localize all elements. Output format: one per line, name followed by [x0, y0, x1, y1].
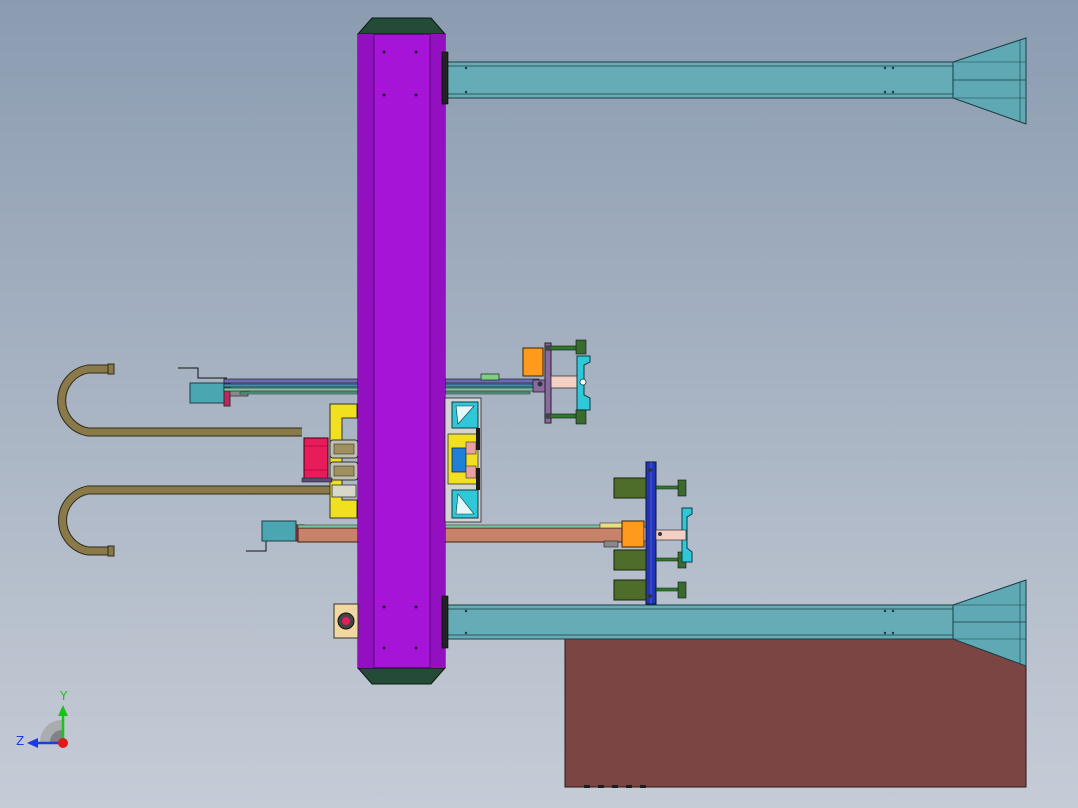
base-block: [564, 637, 1027, 788]
z-axis-label: Z: [16, 734, 24, 748]
top-rail: [444, 37, 1027, 125]
x-axis-origin-dot: [58, 738, 68, 748]
z-axis-arrowhead: [27, 738, 38, 748]
axis-triad: Y Z: [16, 689, 68, 748]
y-axis-label: Y: [59, 689, 68, 703]
y-axis-arrowhead: [58, 705, 68, 716]
upper-cable-hose: [57, 363, 302, 437]
center-carriage: [301, 403, 359, 519]
gantry-assembly-drawing: Y Z: [16, 17, 1027, 788]
cad-viewport[interactable]: Y Z: [0, 0, 1078, 808]
main-vertical-column: [333, 17, 482, 685]
